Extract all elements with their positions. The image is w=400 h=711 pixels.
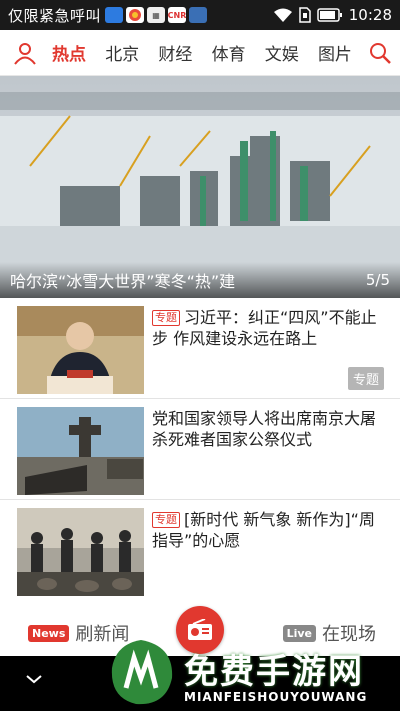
watermark: 免费手游网 MIANFEISHOUYOUWANG [100,634,400,711]
slide-counter: 5/5 [365,271,390,289]
top-nav: 热点 北京 财经 体育 文娱 图片 [0,30,400,76]
channel-tabs: 热点 北京 财经 体育 文娱 图片 [50,40,360,65]
carrier-text: 仅限紧急呼叫 [8,6,102,25]
news-pill: News [28,624,70,642]
watermark-subtitle: MIANFEISHOUYOUWANG [184,690,368,704]
news-thumbnail [17,508,144,596]
user-icon [14,42,36,65]
search-button[interactable] [360,30,400,76]
topic-tag: 专题 [152,310,180,326]
app-icon-cnr: CNR [168,7,186,23]
news-thumbnail [17,407,144,495]
app-icon-msg [189,7,208,23]
news-title: 专题 习近平：纠正“四风”不能止步 作风建设永远在路上 [152,308,377,348]
app-icon-news: ▦ [147,7,166,23]
app-icon-blue [105,7,124,23]
list-item[interactable]: 专题 习近平：纠正“四风”不能止步 作风建设永远在路上 专题 [0,298,400,399]
news-list: 专题 习近平：纠正“四风”不能止步 作风建设永远在路上 专题 党和国家领导人将出席… [0,298,400,606]
news-title: 专题 [新时代 新气象 新作为]“周指导”的心愿 [152,510,375,550]
hero-carousel[interactable]: 哈尔滨“冰雪大世界”寒冬“热”建 5/5 [0,76,400,298]
list-item[interactable]: 专题 [新时代 新气象 新作为]“周指导”的心愿 [0,500,400,606]
tab-pictures[interactable]: 图片 [316,40,354,65]
tab-sports[interactable]: 体育 [210,40,248,65]
news-title: 党和国家领导人将出席南京大屠杀死难者国家公祭仪式 [152,409,377,449]
sim-icon [299,7,311,23]
hero-caption: 哈尔滨“冰雪大世界”寒冬“热”建 [10,272,236,291]
watermark-logo [111,640,173,705]
topic-tag: 专题 [152,512,180,528]
user-button[interactable] [0,30,50,76]
wifi-icon [273,8,292,22]
tab-beijing[interactable]: 北京 [103,40,141,65]
clock: 10:28 [348,6,392,24]
chevron-down-icon[interactable] [24,672,44,686]
app-icon-color [126,7,145,23]
list-item[interactable]: 党和国家领导人将出席南京大屠杀死难者国家公祭仪式 [0,399,400,500]
notification-icons: ▦ CNR [105,7,208,23]
tab-entertainment[interactable]: 文娱 [263,40,301,65]
tab-hot[interactable]: 热点 [50,40,88,65]
watermark-title: 免费手游网 [184,652,364,692]
status-bar: 仅限紧急呼叫 ▦ CNR 10:28 [0,0,400,30]
search-icon [370,42,391,64]
topic-badge: 专题 [347,367,384,390]
battery-icon [317,8,342,22]
news-thumbnail [17,306,144,394]
tab-finance[interactable]: 财经 [156,40,194,65]
hero-caption-bar: 哈尔滨“冰雪大世界”寒冬“热”建 5/5 [0,262,400,298]
